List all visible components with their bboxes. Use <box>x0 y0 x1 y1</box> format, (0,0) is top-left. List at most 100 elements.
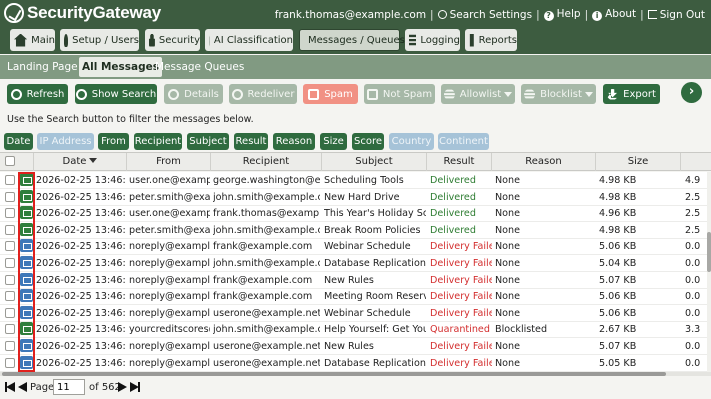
nav-main[interactable]: Main <box>10 29 55 51</box>
toggle-col-continent[interactable]: Continent <box>438 133 489 150</box>
list-icon <box>524 89 536 99</box>
cell-date: 2026-02-25 13:46:51 <box>36 208 126 220</box>
cell-result: Delivered <box>430 224 476 236</box>
report-icon <box>469 33 474 47</box>
horizontal-scrollbar[interactable] <box>0 372 711 376</box>
cell-from: noreply@example.... <box>129 274 210 286</box>
details-button[interactable]: Details <box>164 84 223 104</box>
separator: | <box>430 8 434 21</box>
search-settings-link[interactable]: Search Settings <box>437 9 532 21</box>
not-spam-button[interactable]: Not Spam <box>364 84 435 104</box>
refresh-button[interactable]: Refresh <box>7 84 68 104</box>
table-row[interactable]: 2026-02-25 13:46:51noreply@example....fr… <box>0 272 711 289</box>
cell-size: 5.06 KB <box>599 241 637 253</box>
show-search-button[interactable]: Show Search <box>75 84 157 104</box>
nav-reports[interactable]: Reports <box>465 29 517 51</box>
tab-message-queues[interactable]: Message Queues <box>152 57 247 77</box>
row-checkbox[interactable] <box>5 258 15 268</box>
column-header-date[interactable]: Date <box>34 153 127 171</box>
cell-recipient: john.smith@example.com <box>213 224 320 236</box>
cell-size: 5.06 KB <box>599 307 637 319</box>
column-header-subject[interactable]: Subject <box>322 153 427 171</box>
refresh-icon <box>10 88 22 100</box>
table-row[interactable]: 2026-02-25 13:46:51noreply@example....jo… <box>0 255 711 272</box>
nav-logging[interactable]: Logging <box>405 29 460 51</box>
nav-security[interactable]: Security <box>145 29 200 51</box>
toggle-col-reason[interactable]: Reason <box>273 133 315 150</box>
users-icon <box>64 33 69 47</box>
toggle-col-result[interactable]: Result <box>234 133 268 150</box>
table-row[interactable]: 2026-02-25 13:46:51noreply@example....fr… <box>0 238 711 256</box>
type-column-highlight <box>18 172 35 372</box>
row-checkbox[interactable] <box>5 341 15 351</box>
select-all-checkbox[interactable] <box>5 156 15 166</box>
column-header-reason[interactable]: Reason <box>492 153 596 171</box>
sign-out-link[interactable]: Sign Out <box>647 9 705 21</box>
column-header-result[interactable]: Result <box>427 153 492 171</box>
about-link[interactable]: i About <box>592 8 636 21</box>
previous-page-icon[interactable] <box>18 382 27 392</box>
spam-button[interactable]: Spam <box>303 84 358 104</box>
next-page-icon[interactable] <box>118 382 127 392</box>
cell-subject: New Rules <box>324 341 374 352</box>
shield-check-icon <box>4 3 24 23</box>
table-row[interactable]: 2026-02-25 13:46:51user.one@example...ge… <box>0 172 711 189</box>
cell-date: 2026-02-25 13:46:51 <box>36 258 126 269</box>
first-page-icon[interactable] <box>5 382 15 392</box>
table-row[interactable]: 2026-02-25 13:46:51user.one@example...fr… <box>0 205 711 223</box>
vertical-scrollbar[interactable] <box>707 172 711 372</box>
row-checkbox[interactable] <box>5 324 15 335</box>
search-icon <box>437 9 447 19</box>
cell-recipient: frank@example.com <box>213 274 313 286</box>
toggle-col-subject[interactable]: Subject <box>187 133 229 150</box>
toggle-col-score[interactable]: Score <box>352 133 384 150</box>
toggle-col-size[interactable]: Size <box>320 133 347 150</box>
table-row[interactable]: 2026-02-25 13:46:51yourcreditscores@...j… <box>0 321 711 339</box>
table-row[interactable]: 2026-02-25 13:46:51noreply@example....us… <box>0 305 711 322</box>
column-header-size[interactable]: Size <box>596 153 681 171</box>
nav-setup-users[interactable]: Setup / Users <box>60 29 139 51</box>
row-checkbox[interactable] <box>5 224 15 235</box>
app-logo[interactable]: SecurityGateway <box>4 3 161 23</box>
tab-landing-page[interactable]: Landing Page <box>4 57 81 77</box>
last-page-icon[interactable] <box>130 382 140 392</box>
row-checkbox[interactable] <box>5 241 15 252</box>
table-row[interactable]: 2026-02-25 13:46:51noreply@example....us… <box>0 355 711 372</box>
page-number-input[interactable] <box>53 379 85 395</box>
nav-ai-classification[interactable]: AI Classification <box>205 29 293 51</box>
table-row[interactable]: 2026-02-25 13:46:51peter.smith@exam...jo… <box>0 222 711 239</box>
table-row[interactable]: 2026-02-25 13:46:51noreply@example....fr… <box>0 288 711 306</box>
magic-wand-icon <box>209 35 210 47</box>
cell-subject: Meeting Room Reservati... <box>324 291 426 303</box>
row-checkbox[interactable] <box>5 357 15 368</box>
nav-messages-queues[interactable]: Messages / Queues <box>299 29 405 51</box>
tab-all-messages[interactable]: All Messages <box>79 57 163 77</box>
export-button[interactable]: Export <box>603 84 660 104</box>
column-header-recipient[interactable]: Recipient <box>211 153 322 171</box>
toggle-col-date[interactable]: Date <box>4 133 33 150</box>
row-checkbox[interactable] <box>5 274 15 285</box>
blocklist-button[interactable]: Blocklist <box>521 84 596 104</box>
row-checkbox[interactable] <box>5 191 15 202</box>
row-checkbox[interactable] <box>5 307 15 318</box>
toggle-col-recipient[interactable]: Recipient <box>134 133 182 150</box>
column-header-from[interactable]: From <box>127 153 211 171</box>
table-row[interactable]: 2026-02-25 13:46:51peter.smith@exam...jo… <box>0 189 711 206</box>
row-checkbox[interactable] <box>5 175 15 185</box>
help-link[interactable]: ? Help <box>543 8 581 21</box>
allowlist-button[interactable]: Allowlist <box>441 84 515 104</box>
row-checkbox[interactable] <box>5 208 15 219</box>
toggle-col-country[interactable]: Country <box>389 133 434 150</box>
row-checkbox[interactable] <box>5 291 15 302</box>
column-header-score[interactable] <box>681 153 707 171</box>
cell-from: user.one@example... <box>129 208 210 220</box>
toggle-col-from[interactable]: From <box>98 133 129 150</box>
vertical-scrollbar-thumb[interactable] <box>707 232 711 272</box>
scroll-right-button[interactable]: › <box>681 82 702 103</box>
toggle-col-ip-address[interactable]: IP Address <box>37 133 94 150</box>
current-user[interactable]: frank.thomas@example.com <box>275 9 426 21</box>
cell-size: 4.96 KB <box>599 208 637 220</box>
redeliver-button[interactable]: Redeliver <box>229 84 297 104</box>
table-row[interactable]: 2026-02-25 13:46:51noreply@example....us… <box>0 338 711 355</box>
horizontal-scrollbar-thumb[interactable] <box>2 372 666 376</box>
